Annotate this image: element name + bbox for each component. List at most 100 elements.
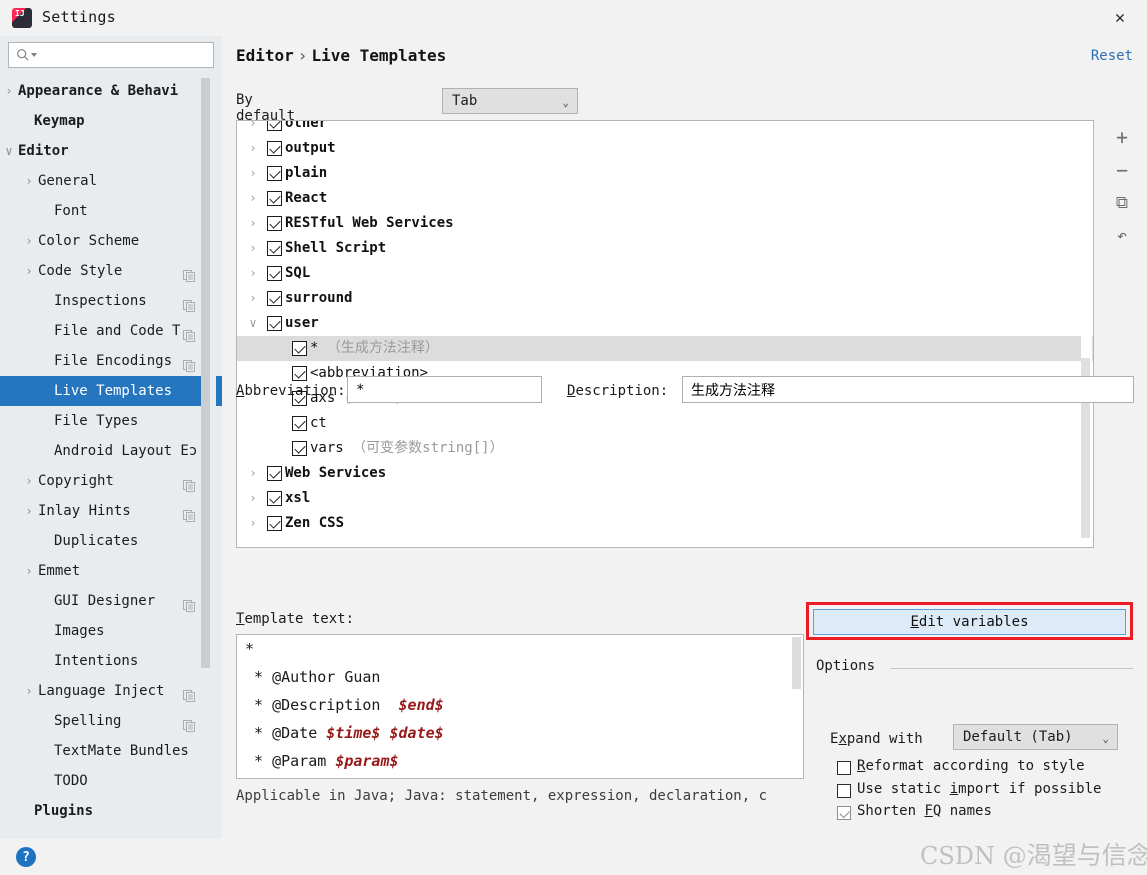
template-enabled-checkbox[interactable] <box>267 466 282 481</box>
chevron-right-icon[interactable]: › <box>245 121 261 136</box>
edit-variables-button[interactable]: Edit variables <box>813 609 1126 635</box>
template-enabled-checkbox[interactable] <box>267 516 282 531</box>
template-enabled-checkbox[interactable] <box>267 141 282 156</box>
template-group-row[interactable]: › Zen CSS <box>237 511 1093 536</box>
template-enabled-checkbox[interactable] <box>267 121 282 131</box>
sidebar-item-copyright[interactable]: › Copyright <box>0 466 222 496</box>
copy-settings-icon[interactable] <box>183 684 196 702</box>
sidebar-item-todo[interactable]: TODO <box>0 766 222 796</box>
options-expand-combo[interactable]: Default (Tab) ⌄ <box>953 724 1118 750</box>
template-group-row[interactable]: › Web Services <box>237 461 1093 486</box>
checkbox-box[interactable] <box>837 761 851 775</box>
copy-settings-icon[interactable] <box>183 324 196 342</box>
breadcrumb-parent[interactable]: Editor <box>236 46 294 65</box>
sidebar-scrollbar-track[interactable] <box>201 78 216 796</box>
copy-settings-icon[interactable] <box>183 474 196 492</box>
chevron-right-icon[interactable]: › <box>22 166 36 196</box>
reset-link[interactable]: Reset <box>1091 48 1133 64</box>
revert-icon[interactable]: ↶ <box>1102 219 1142 252</box>
template-group-list[interactable]: › other › output › plain › React › RESTful Web Se… <box>236 120 1094 548</box>
template-group-row[interactable]: › other <box>237 121 1093 136</box>
sidebar-item-intentions[interactable]: Intentions <box>0 646 222 676</box>
template-group-row[interactable]: › surround <box>237 286 1093 311</box>
search-dropdown-arrow[interactable] <box>31 53 37 57</box>
template-group-row[interactable]: ct <box>237 411 1093 436</box>
checkbox-box[interactable] <box>837 784 851 798</box>
sidebar-item-textmate-bundles[interactable]: TextMate Bundles <box>0 736 222 766</box>
template-enabled-checkbox[interactable] <box>267 266 282 281</box>
chevron-down-icon[interactable]: ∨ <box>245 311 261 336</box>
copy-settings-icon[interactable] <box>183 594 196 612</box>
chevron-right-icon[interactable]: › <box>245 461 261 486</box>
sidebar-item-duplicates[interactable]: Duplicates <box>0 526 222 556</box>
chevron-right-icon[interactable]: › <box>22 226 36 256</box>
settings-category-tree[interactable]: › Appearance & Behavi Keymap ∨ Editor › Genera… <box>0 76 222 839</box>
sidebar-item-emmet[interactable]: › Emmet <box>0 556 222 586</box>
template-text-scrollbar-thumb[interactable] <box>792 637 801 689</box>
sidebar-item-language-inject[interactable]: › Language Inject <box>0 676 222 706</box>
sidebar-item-file-encodings[interactable]: File Encodings <box>0 346 222 376</box>
sidebar-item-spelling[interactable]: Spelling <box>0 706 222 736</box>
chevron-right-icon[interactable]: › <box>245 186 261 211</box>
copy-settings-icon[interactable] <box>183 354 196 372</box>
chevron-right-icon[interactable]: › <box>22 556 36 586</box>
sidebar-item-gui-designer[interactable]: GUI Designer <box>0 586 222 616</box>
sidebar-item-inspections[interactable]: Inspections <box>0 286 222 316</box>
sidebar-item-file-types[interactable]: File Types <box>0 406 222 436</box>
chevron-right-icon[interactable]: › <box>245 136 261 161</box>
template-group-row[interactable]: › SQL <box>237 261 1093 286</box>
chevron-right-icon[interactable]: › <box>245 161 261 186</box>
chevron-right-icon[interactable]: › <box>245 486 261 511</box>
chevron-right-icon[interactable]: › <box>2 76 16 106</box>
template-enabled-checkbox[interactable] <box>267 216 282 231</box>
copy-settings-icon[interactable] <box>183 504 196 522</box>
list-scrollbar-track[interactable] <box>1081 122 1092 547</box>
duplicate-icon[interactable]: ⧉ <box>1102 186 1142 219</box>
template-text-editor[interactable]: * * @Author Guan * @Description $end$ * … <box>236 634 804 779</box>
sidebar-item-keymap[interactable]: Keymap <box>0 106 222 136</box>
template-enabled-checkbox[interactable] <box>292 416 307 431</box>
chevron-right-icon[interactable]: › <box>22 466 36 496</box>
template-enabled-checkbox[interactable] <box>292 366 307 381</box>
close-icon[interactable]: ✕ <box>1107 6 1133 30</box>
template-group-row[interactable]: › output <box>237 136 1093 161</box>
template-group-row[interactable]: * （生成方法注释） <box>237 336 1093 361</box>
search-box[interactable] <box>8 42 214 68</box>
copy-settings-icon[interactable] <box>183 714 196 732</box>
template-group-row[interactable]: vars （可变参数string[]） <box>237 436 1093 461</box>
chevron-right-icon[interactable]: › <box>245 236 261 261</box>
template-group-row[interactable]: ∨ user <box>237 311 1093 336</box>
sidebar-item-appearance-behavi[interactable]: › Appearance & Behavi <box>0 76 222 106</box>
sidebar-item-code-style[interactable]: › Code Style <box>0 256 222 286</box>
chevron-right-icon[interactable]: › <box>245 286 261 311</box>
chevron-right-icon[interactable]: › <box>245 211 261 236</box>
chevron-right-icon[interactable]: › <box>245 511 261 536</box>
chevron-down-icon[interactable]: ∨ <box>2 136 16 166</box>
sidebar-item-general[interactable]: › General <box>0 166 222 196</box>
add-icon[interactable]: + <box>1102 120 1142 153</box>
template-group-row[interactable]: › Shell Script <box>237 236 1093 261</box>
remove-icon[interactable]: − <box>1102 153 1142 186</box>
default-expand-combo[interactable]: Tab ⌄ <box>442 88 578 114</box>
sidebar-item-color-scheme[interactable]: › Color Scheme <box>0 226 222 256</box>
sidebar-item-file-and-code-t[interactable]: File and Code T <box>0 316 222 346</box>
sidebar-item-inlay-hints[interactable]: › Inlay Hints <box>0 496 222 526</box>
copy-settings-icon[interactable] <box>183 264 196 282</box>
template-group-row[interactable]: › xsl <box>237 486 1093 511</box>
sidebar-item-editor[interactable]: ∨ Editor <box>0 136 222 166</box>
help-icon[interactable]: ? <box>16 847 36 867</box>
template-enabled-checkbox[interactable] <box>267 241 282 256</box>
template-enabled-checkbox[interactable] <box>292 441 307 456</box>
sidebar-item-android-layout-e[interactable]: Android Layout Eɔ <box>0 436 222 466</box>
sidebar-item-font[interactable]: Font <box>0 196 222 226</box>
search-input[interactable] <box>39 46 207 64</box>
template-enabled-checkbox[interactable] <box>267 491 282 506</box>
template-group-row[interactable]: › React <box>237 186 1093 211</box>
template-group-row[interactable]: › plain <box>237 161 1093 186</box>
chevron-right-icon[interactable]: › <box>245 261 261 286</box>
template-group-row[interactable]: › RESTful Web Services <box>237 211 1093 236</box>
sidebar-item-plugins[interactable]: Plugins <box>0 796 222 826</box>
template-enabled-checkbox[interactable] <box>292 341 307 356</box>
abbreviation-input[interactable] <box>347 376 542 403</box>
sidebar-scrollbar-thumb[interactable] <box>201 78 210 668</box>
